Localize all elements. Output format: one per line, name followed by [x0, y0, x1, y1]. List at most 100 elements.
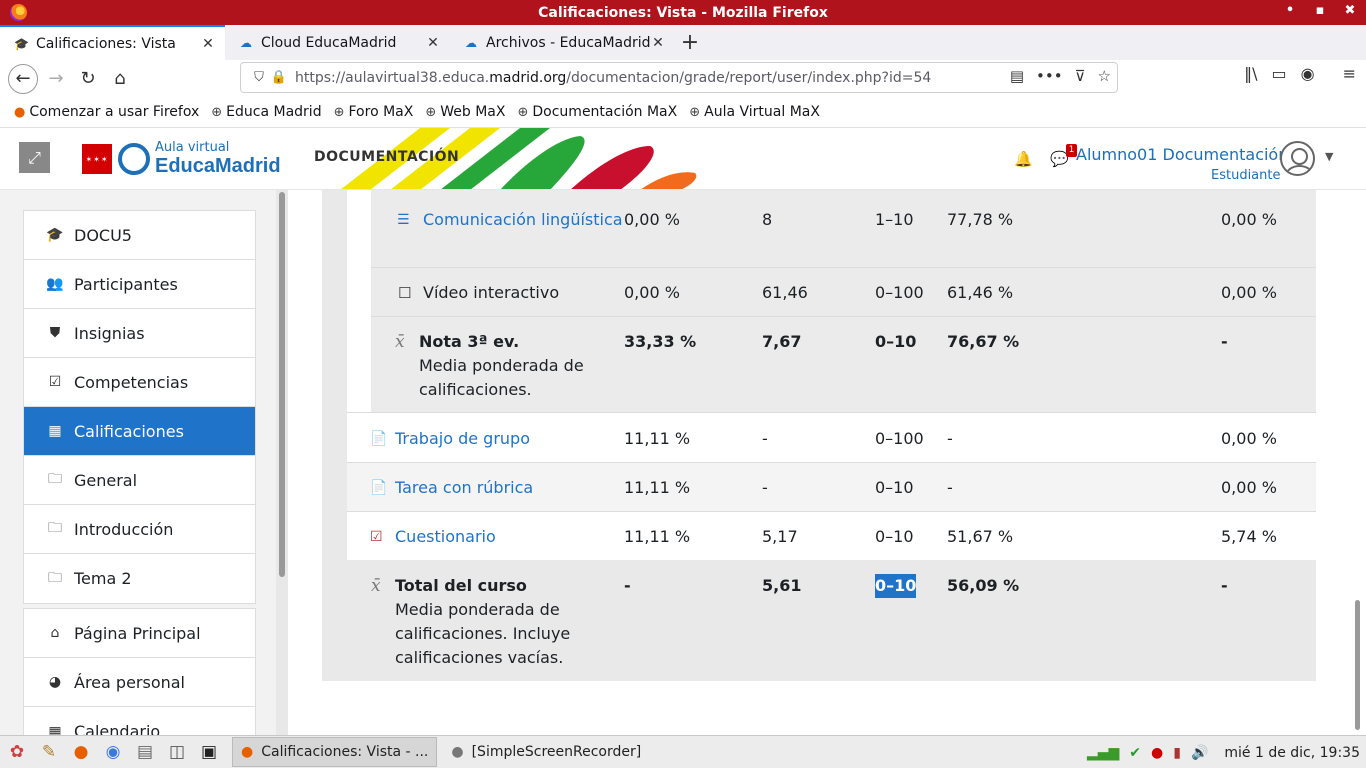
expand-drawer-button[interactable]: ⤢: [19, 142, 50, 173]
main-scrollbar-thumb[interactable]: [1355, 600, 1360, 730]
task-screen-recorder[interactable]: ● [SimpleScreenRecorder]: [443, 737, 649, 767]
close-window-button[interactable]: ✖: [1342, 3, 1358, 18]
app-menu-icon[interactable]: ✿: [2, 738, 32, 766]
terminal-icon[interactable]: ▣: [194, 738, 224, 766]
percent-cell: 77,78 %: [947, 210, 1014, 229]
range-cell: 0–100: [875, 283, 924, 302]
weight-cell: 0,00 %: [624, 210, 680, 229]
grade-item-link[interactable]: Trabajo de grupo: [395, 427, 530, 451]
category-total-desc: Media ponderada de: [419, 356, 584, 375]
bookmark-foro-max[interactable]: ⊕ Foro MaX: [334, 104, 414, 120]
bookmark-comenzar[interactable]: ● Comenzar a usar Firefox: [14, 104, 199, 120]
bookmark-star-icon[interactable]: ☆: [1098, 67, 1111, 85]
nav-item-calificaciones[interactable]: ▦ Calificaciones: [24, 407, 255, 456]
bookmark-documentacion-max[interactable]: ⊕ Documentación MaX: [517, 104, 677, 120]
nav-item-docu5[interactable]: 🎓 DOCU5: [24, 211, 255, 260]
tab-strip: 🎓 Calificaciones: Vista ✕ ☁ Cloud EducaM…: [0, 25, 1366, 60]
nav-item-area-personal[interactable]: ◕ Área personal: [24, 658, 255, 707]
bookmark-educa-madrid[interactable]: ⊕ Educa Madrid: [211, 104, 321, 120]
weight-cell: 11,11 %: [624, 527, 691, 546]
grade-item-link[interactable]: Tarea con rúbrica: [395, 476, 533, 500]
madrid-flag-logo[interactable]: ✶✶✶: [82, 144, 112, 174]
chrome-icon[interactable]: ◉: [98, 738, 128, 766]
formula-icon: x̄: [371, 576, 381, 596]
pocket-icon[interactable]: ⊽: [1075, 67, 1086, 85]
reader-view-icon[interactable]: ▤: [1010, 67, 1024, 85]
tab-cloud-educamadrid[interactable]: ☁ Cloud EducaMadrid ✕: [225, 25, 450, 60]
firefox-icon: ●: [241, 744, 254, 760]
nav-item-competencias[interactable]: ☑ Competencias: [24, 358, 255, 407]
account-icon[interactable]: ◉: [1301, 64, 1315, 83]
text-editor-icon[interactable]: ✎: [34, 738, 64, 766]
educamadrid-logo-icon[interactable]: [118, 143, 150, 175]
nav-drawer: 🎓 DOCU5 👥 Participantes ⛊ Insignias ☑ Compet…: [0, 190, 276, 735]
nav-item-tema-2[interactable]: 🗀 Tema 2: [24, 554, 255, 603]
clipboard-icon[interactable]: ▮: [1173, 745, 1181, 761]
window-title: Calificaciones: Vista - Mozilla Firefox: [538, 4, 828, 21]
grade-cell: 5,17: [762, 527, 798, 546]
chevron-down-icon[interactable]: ▼: [1325, 150, 1333, 163]
volume-icon[interactable]: 🔊: [1191, 745, 1208, 761]
contribution-cell: -: [1221, 576, 1228, 595]
maximize-button[interactable]: ▪: [1312, 3, 1328, 18]
main-scrollbar[interactable]: [1350, 190, 1366, 735]
drawer-scrollbar[interactable]: [276, 190, 288, 735]
grade-item-link[interactable]: Cuestionario: [395, 525, 496, 549]
clock[interactable]: mié 1 de dic, 19:35: [1224, 745, 1360, 761]
nav-item-participantes[interactable]: 👥 Participantes: [24, 260, 255, 309]
range-cell: 0–10: [875, 527, 914, 546]
site-nav-group: ⌂ Página Principal ◕ Área personal ▦ Calend…: [23, 608, 256, 735]
grade-item-link[interactable]: Comunicación lingüística: [423, 208, 623, 232]
close-tab-icon[interactable]: ✕: [651, 35, 665, 51]
forward-button[interactable]: →: [40, 63, 72, 95]
nav-item-introduccion[interactable]: 🗀 Introducción: [24, 505, 255, 554]
drawer-scrollbar-thumb[interactable]: [279, 192, 285, 577]
sidebar-icon[interactable]: ▭: [1272, 64, 1287, 83]
reload-button[interactable]: ↻: [72, 63, 104, 95]
tab-archivos-educamadrid[interactable]: ☁ Archivos - EducaMadrid ✕: [450, 25, 675, 60]
library-icon[interactable]: ‖\: [1244, 64, 1257, 83]
record-icon[interactable]: ●: [1151, 745, 1163, 761]
window-controls: • ▪ ✖: [1282, 3, 1358, 18]
network-signal-icon[interactable]: ▂▄▆: [1087, 745, 1119, 761]
system-tray: ▂▄▆ ✔ ● ▮ 🔊 mié 1 de dic, 19:35: [1087, 736, 1360, 768]
nav-item-general[interactable]: 🗀 General: [24, 456, 255, 505]
window-titlebar: Calificaciones: Vista - Mozilla Firefox …: [0, 0, 1366, 25]
nav-item-insignias[interactable]: ⛊ Insignias: [24, 309, 255, 358]
nav-item-calendario[interactable]: ▦ Calendario: [24, 707, 255, 735]
nav-item-pagina-principal[interactable]: ⌂ Página Principal: [24, 609, 255, 658]
lock-icon[interactable]: 🔒: [269, 70, 289, 85]
url-bar[interactable]: ⛉ 🔒 https://aulavirtual38.educa.madrid.o…: [240, 62, 1118, 93]
back-button[interactable]: ←: [8, 63, 38, 94]
bookmark-aula-virtual-max[interactable]: ⊕ Aula Virtual MaX: [689, 104, 820, 120]
update-check-icon[interactable]: ✔: [1129, 745, 1141, 761]
task-firefox[interactable]: ● Calificaciones: Vista - ...: [232, 737, 438, 767]
logo-subtitle[interactable]: Aula virtual: [155, 140, 229, 155]
menu-icon[interactable]: ≡: [1343, 64, 1356, 83]
page-actions-icon[interactable]: •••: [1036, 67, 1063, 85]
grade-cell: 5,61: [762, 576, 802, 595]
url-text[interactable]: https://aulavirtual38.educa.madrid.org/d…: [295, 70, 931, 86]
user-role: Estudiante: [1211, 168, 1281, 183]
grade-report: ☰ Comunicación lingüística 0,00 % 8 1–10…: [288, 190, 1350, 735]
grade-cell: 61,46: [762, 283, 808, 302]
close-tab-icon[interactable]: ✕: [201, 36, 215, 52]
firefox-icon[interactable]: ●: [66, 738, 96, 766]
course-total-name: Total del curso: [395, 576, 527, 595]
user-name[interactable]: Alumno01 Documentación: [1076, 145, 1288, 164]
bookmark-web-max[interactable]: ⊕ Web MaX: [425, 104, 505, 120]
bell-icon[interactable]: 🔔: [1014, 150, 1033, 168]
shield-icon[interactable]: ⛉: [249, 70, 269, 85]
close-tab-icon[interactable]: ✕: [426, 35, 440, 51]
logo-title[interactable]: EducaMadrid: [155, 155, 281, 178]
minimize-button[interactable]: •: [1282, 3, 1298, 18]
new-tab-button[interactable]: +: [675, 25, 705, 60]
notes-icon[interactable]: ▤: [130, 738, 160, 766]
screenshot-icon[interactable]: ◫: [162, 738, 192, 766]
home-button[interactable]: ⌂: [104, 63, 136, 95]
course-short-name[interactable]: DOCUMENTACIÓN: [314, 149, 459, 165]
formula-icon: x̄: [395, 332, 405, 352]
tab-calificaciones[interactable]: 🎓 Calificaciones: Vista ✕: [0, 25, 225, 60]
avatar[interactable]: [1280, 141, 1315, 176]
cloud-icon: ☁: [240, 35, 252, 50]
